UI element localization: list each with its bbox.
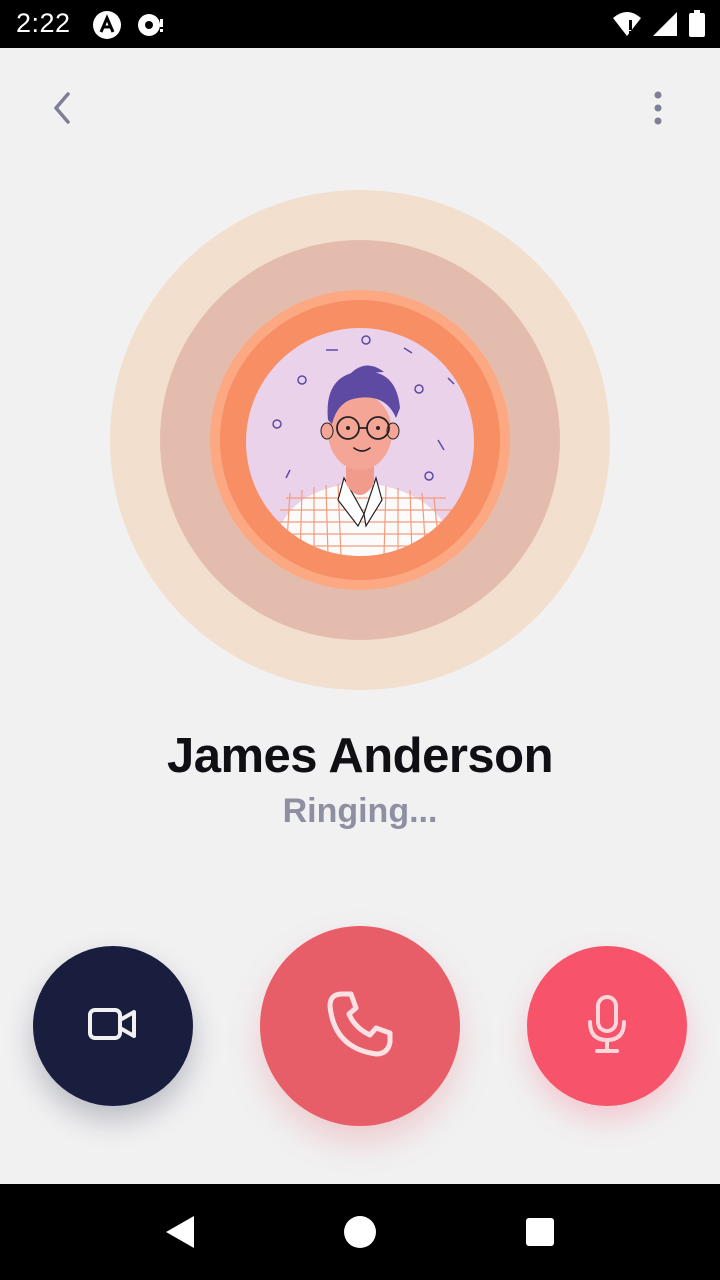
phone-icon <box>324 988 396 1065</box>
call-status: Ringing... <box>282 792 438 830</box>
recents-square-icon[interactable] <box>526 1218 554 1246</box>
caller-name: James Anderson <box>166 729 554 783</box>
app-a-icon <box>92 10 122 45</box>
status-left-icons <box>92 10 166 45</box>
caller-avatar <box>246 328 474 556</box>
video-camera-icon <box>87 1006 139 1047</box>
status-time: 2:22 <box>16 8 71 38</box>
more-vertical-icon <box>652 90 664 131</box>
back-button[interactable] <box>40 88 84 132</box>
media-icon <box>136 10 166 45</box>
end-call-button[interactable] <box>260 926 460 1126</box>
signal-icon <box>652 10 678 43</box>
status-bar: 2:22 <box>0 0 720 48</box>
wifi-icon <box>612 10 642 43</box>
chevron-left-icon <box>50 90 74 131</box>
back-triangle-icon[interactable] <box>160 1212 200 1252</box>
battery-icon <box>688 10 706 43</box>
more-options-button[interactable] <box>636 88 680 132</box>
microphone-icon <box>585 994 629 1059</box>
video-call-button[interactable] <box>33 946 193 1106</box>
microphone-button[interactable] <box>527 946 687 1106</box>
home-circle-icon[interactable] <box>344 1216 376 1248</box>
status-right-icons <box>612 10 706 43</box>
